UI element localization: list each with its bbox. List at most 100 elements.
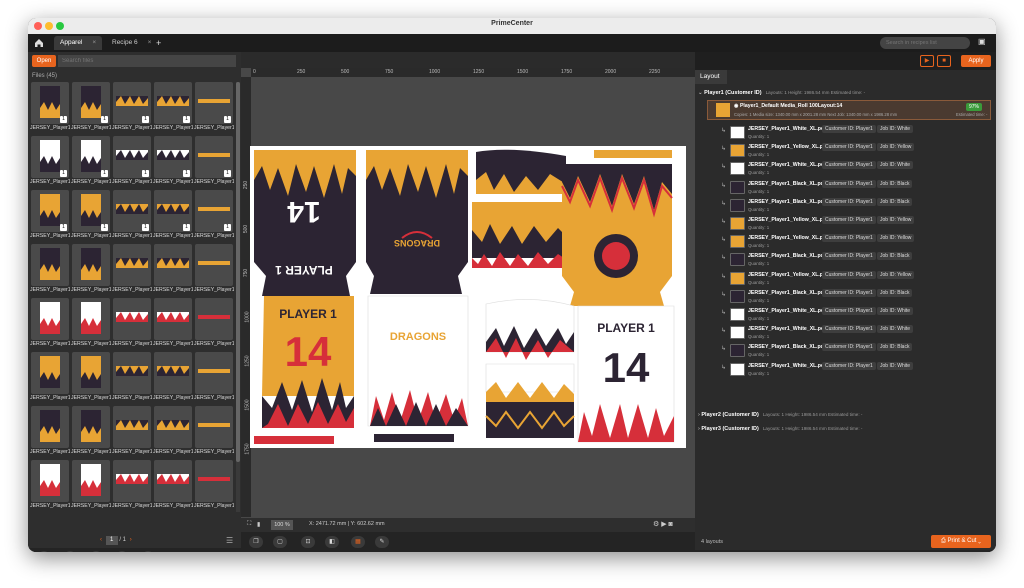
apply-button[interactable]: Apply	[961, 55, 991, 67]
print-cut-button[interactable]: ⎙ Print & Cut ⌄	[931, 535, 991, 548]
file-thumbnail[interactable]: 1 JERSEY_Player1	[153, 82, 193, 134]
recipe-search-input[interactable]	[880, 37, 970, 49]
job-row[interactable]: ↳ JERSEY_Player1_White_XL.pdf Quantity: 1C…	[721, 361, 991, 379]
file-thumbnail[interactable]: JERSEY_Player1	[71, 298, 111, 350]
group-player2[interactable]: › Player2 (Customer ID) Layouts: 1 Height…	[698, 412, 862, 418]
frame-icon[interactable]: ◫	[142, 551, 154, 552]
next-page-icon[interactable]: ›	[130, 537, 132, 543]
file-thumbnail[interactable]: JERSEY_Player1	[71, 244, 111, 296]
close-tab-icon[interactable]: ×	[92, 39, 96, 46]
file-thumbnail[interactable]: 1 JERSEY_Player1	[194, 82, 234, 134]
tab-apparel[interactable]: Apparel ×	[54, 36, 103, 50]
sleeve-yellow-piece[interactable]	[472, 202, 570, 268]
zoom-level[interactable]: 100 %	[271, 520, 293, 530]
file-thumbnail[interactable]: JERSEY_Player1	[71, 406, 111, 458]
file-thumbnail[interactable]: 1 JERSEY_Player1	[194, 190, 234, 242]
file-thumbnail[interactable]: JERSEY_Player1	[112, 298, 152, 350]
job-row[interactable]: ↳ JERSEY_Player1_Black_XL.pdf Quantity: 1 C…	[721, 251, 991, 269]
file-thumbnail[interactable]: 1 JERSEY_Player1	[153, 190, 193, 242]
file-thumbnail[interactable]: 1 JERSEY_Player1	[194, 136, 234, 188]
sleeve-navy-piece[interactable]	[476, 149, 566, 194]
tab-layout[interactable]: Layout	[695, 70, 727, 84]
collar-strip-yellow[interactable]	[594, 150, 672, 158]
list-view-icon[interactable]: ☰	[226, 536, 233, 545]
jersey-front-yellow-piece[interactable]: PLAYER 1 14	[262, 296, 354, 428]
file-thumbnail[interactable]: JERSEY_Player1	[112, 352, 152, 404]
search-files-input[interactable]	[58, 55, 236, 67]
jersey-back-white-piece[interactable]: PLAYER 1 14	[577, 305, 675, 443]
add-tab-button[interactable]: +	[156, 36, 161, 50]
file-thumbnail[interactable]: JERSEY_Player1	[194, 460, 234, 512]
flip-icon[interactable]: ◧	[325, 536, 339, 548]
job-row[interactable]: ↳ JERSEY_Player1_White_XL.pdf Quantity: 1C…	[721, 324, 991, 342]
fit-icon[interactable]: ⛶	[247, 521, 251, 528]
image-icon[interactable]: ▤	[64, 551, 76, 552]
file-thumbnail[interactable]: JERSEY_Player1	[30, 460, 70, 512]
crop-icon[interactable]: ⊡	[301, 536, 315, 548]
collar-strip-navy[interactable]	[374, 434, 454, 442]
close-tab-icon[interactable]: ×	[148, 39, 152, 46]
file-thumbnail[interactable]: JERSEY_Player1	[112, 244, 152, 296]
play-icon[interactable]: ▶	[920, 55, 934, 67]
file-thumbnail[interactable]: 1 JERSEY_Player1	[112, 82, 152, 134]
jersey-front-white-piece[interactable]: DRAGONS	[367, 295, 469, 427]
file-thumbnail[interactable]: 1 JERSEY_Player1	[112, 190, 152, 242]
duplicate-icon[interactable]: ❐	[249, 536, 263, 548]
file-thumbnail[interactable]: JERSEY_Player1	[194, 352, 234, 404]
rectangle-icon[interactable]: ▢	[273, 536, 287, 548]
job-row[interactable]: ↳ JERSEY_Player1_Yellow_XL.pdf Quantity: 1…	[721, 215, 991, 233]
layout-switch-icon[interactable]: ▣	[978, 37, 990, 49]
file-thumbnail[interactable]: 1 JERSEY_Player1	[153, 136, 193, 188]
tab-recipe-6[interactable]: Recipe 6 ×	[106, 36, 157, 50]
job-row[interactable]: ↳ JERSEY_Player1_Yellow_XL.pdf Quantity: 1…	[721, 233, 991, 251]
job-row[interactable]: ↳ JERSEY_Player1_Yellow_XL.pdf Quantity: 1…	[721, 142, 991, 160]
sleeve-white-piece[interactable]	[485, 299, 575, 438]
job-row[interactable]: ↳ JERSEY_Player1_White_XL.pdf Quantity: 1C…	[721, 160, 991, 178]
stop-icon[interactable]: ■	[937, 55, 951, 67]
file-thumbnail[interactable]: 1 JERSEY_Player1	[71, 136, 111, 188]
job-row[interactable]: ↳ JERSEY_Player1_White_XL.pdf Quantity: 1C…	[721, 306, 991, 324]
job-row[interactable]: ↳ JERSEY_Player1_Yellow_XL.pdf Quantity: 1…	[721, 270, 991, 288]
file-thumbnail[interactable]: JERSEY_Player1	[153, 406, 193, 458]
prev-page-icon[interactable]: ‹	[100, 537, 102, 543]
jersey-back-navy-piece[interactable]: 14 PLAYER 1	[254, 150, 356, 296]
file-thumbnail[interactable]: JERSEY_Player1	[112, 460, 152, 512]
print-sheet[interactable]: 14 PLAYER 1 DRAGONS PLAYER 1 14 DRAGONS …	[250, 146, 686, 448]
file-thumbnail[interactable]: 1 JERSEY_Player1	[112, 136, 152, 188]
file-thumbnail[interactable]: 1 JERSEY_Player1	[30, 82, 70, 134]
file-thumbnail[interactable]: JERSEY_Player1	[153, 244, 193, 296]
file-thumbnail[interactable]: 1 JERSEY_Player1	[30, 136, 70, 188]
file-thumbnail[interactable]: JERSEY_Player1	[112, 406, 152, 458]
open-button[interactable]: Open	[32, 55, 56, 67]
file-thumbnail[interactable]: JERSEY_Player1	[194, 298, 234, 350]
ruler-icon[interactable]: ▮	[257, 521, 260, 528]
new-file-icon[interactable]: ▢	[38, 551, 50, 552]
jersey-back-yellow-piece[interactable]	[561, 164, 673, 306]
job-row[interactable]: ↳ JERSEY_Player1_White_XL.pdf Quantity: 1C…	[721, 124, 991, 142]
file-thumbnail[interactable]: JERSEY_Player1	[194, 406, 234, 458]
nest-icon[interactable]: ▦	[351, 536, 365, 548]
layout-row[interactable]: ◉ Player1_Default Media_Roll 100Layout:1…	[707, 100, 991, 120]
job-row[interactable]: ↳ JERSEY_Player1_Black_XL.pdf Quantity: 1 C…	[721, 179, 991, 197]
file-thumbnail[interactable]: JERSEY_Player1	[153, 460, 193, 512]
view-options-icon[interactable]: ⚙ ▶ ◙	[653, 520, 673, 528]
collar-strip-red[interactable]	[254, 436, 334, 444]
home-icon[interactable]	[32, 36, 46, 50]
file-thumbnail[interactable]: JERSEY_Player1	[71, 460, 111, 512]
file-thumbnail[interactable]: JERSEY_Player1	[71, 352, 111, 404]
job-row[interactable]: ↳ JERSEY_Player1_Black_XL.pdf Quantity: 1 C…	[721, 342, 991, 360]
tools-icon[interactable]: ✚	[116, 551, 128, 552]
file-thumbnail[interactable]: JERSEY_Player1	[153, 352, 193, 404]
jersey-front-navy-piece[interactable]: DRAGONS	[366, 150, 468, 294]
files-scrollbar[interactable]	[236, 82, 240, 512]
file-thumbnail[interactable]: 1 JERSEY_Player1	[71, 190, 111, 242]
file-thumbnail[interactable]: JERSEY_Player1	[194, 244, 234, 296]
file-thumbnail[interactable]: JERSEY_Player1	[30, 406, 70, 458]
job-row[interactable]: ↳ JERSEY_Player1_Black_XL.pdf Quantity: 1 C…	[721, 288, 991, 306]
target-icon[interactable]: ◎	[90, 551, 102, 552]
file-thumbnail[interactable]: JERSEY_Player1	[30, 244, 70, 296]
file-thumbnail[interactable]: JERSEY_Player1	[30, 352, 70, 404]
file-thumbnail[interactable]: 1 JERSEY_Player1	[30, 190, 70, 242]
group-player1[interactable]: ⌄ Player1 (Customer ID) Layouts: 1 Height…	[698, 90, 865, 96]
pen-icon[interactable]: ✎	[375, 536, 389, 548]
